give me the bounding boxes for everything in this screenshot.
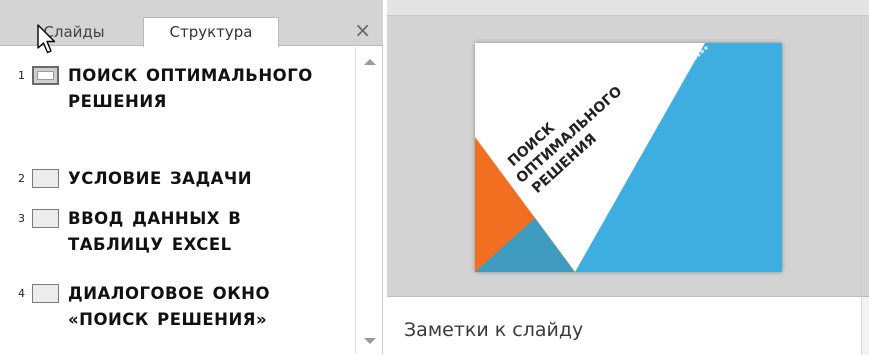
outline-item-title[interactable]: ВВОД ДАННЫХ В ТАБЛИЦУ EXCEL xyxy=(68,206,338,258)
outline-item-title[interactable]: ДИАЛОГОВОЕ ОКНО «ПОИСК РЕШЕНИЯ» xyxy=(68,281,338,333)
notes-placeholder[interactable]: Заметки к слайду xyxy=(404,319,583,341)
outline-list: 1 ПОИСК ОПТИМАЛЬНОГО РЕШЕНИЯ 2 УСЛОВИЕ З… xyxy=(0,47,355,354)
pane-divider xyxy=(860,16,861,296)
slide-preview[interactable]: ПОИСК ОПТИМАЛЬНОГО РЕШЕНИЯ xyxy=(475,43,782,272)
tab-outline[interactable]: Структура xyxy=(143,17,279,47)
slide-number: 4 xyxy=(18,287,25,300)
outline-scrollbar[interactable] xyxy=(355,47,382,354)
slide-thumbnail-icon[interactable] xyxy=(32,209,59,228)
close-panel-icon[interactable]: × xyxy=(354,20,371,40)
slide-thumbnail-icon[interactable] xyxy=(32,169,59,188)
slide-thumbnail-icon[interactable] xyxy=(32,66,59,85)
outline-item-title[interactable]: ПОИСК ОПТИМАЛЬНОГО РЕШЕНИЯ xyxy=(68,63,338,115)
notes-scrollbar[interactable] xyxy=(861,297,869,355)
slides-outline-panel: Слайды Структура × 1 ПОИСК ОПТИМАЛЬНОГО … xyxy=(0,0,383,354)
slide-number: 3 xyxy=(18,212,25,225)
slide-pane-header xyxy=(387,0,869,16)
scroll-down-icon[interactable] xyxy=(364,338,376,344)
tab-slides[interactable]: Слайды xyxy=(14,18,134,46)
notes-pane[interactable]: Заметки к слайду xyxy=(387,296,869,355)
slide-number: 1 xyxy=(18,69,25,82)
slide-number: 2 xyxy=(18,172,25,185)
outline-item-title[interactable]: УСЛОВИЕ ЗАДАЧИ xyxy=(68,166,338,192)
scroll-up-icon[interactable] xyxy=(364,59,376,65)
slide-thumbnail-icon[interactable] xyxy=(32,284,59,303)
mouse-cursor-icon xyxy=(37,24,56,54)
